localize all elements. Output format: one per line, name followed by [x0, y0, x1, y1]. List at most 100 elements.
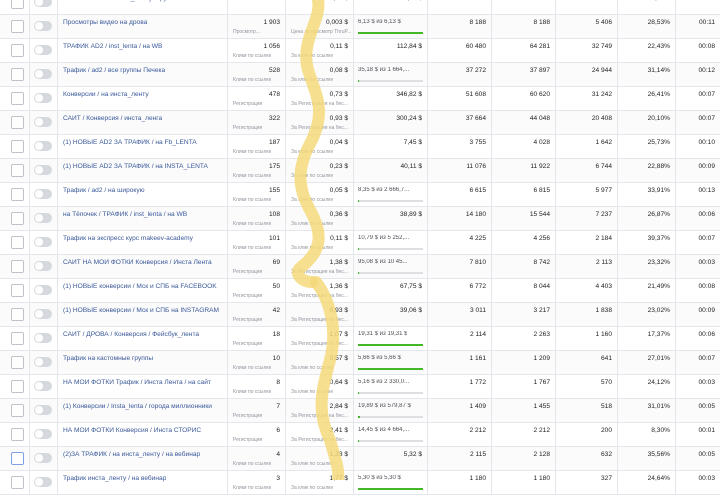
campaign-name-cell[interactable]: (1) НОВЫЕ конверсии / Мск и СПБ на INSTA…	[58, 303, 228, 326]
campaign-name-cell[interactable]: Просмотры видео на дрова	[58, 15, 228, 38]
row-toggle-cell[interactable]	[30, 63, 58, 86]
toggle-icon[interactable]	[34, 93, 52, 103]
row-checkbox-cell[interactable]	[0, 0, 30, 14]
campaign-name-link[interactable]: САЙТ НА МОИ ФОТКИ Конверсия / Инста Лент…	[63, 259, 212, 266]
toggle-icon[interactable]	[34, 45, 52, 55]
row-toggle-cell[interactable]	[30, 303, 58, 326]
campaign-name-link[interactable]: НА МОИ ФОТКИ Трафик / Инста Лента / на с…	[63, 379, 211, 386]
row-checkbox-cell[interactable]	[0, 231, 30, 254]
campaign-name-link[interactable]: Трафик / ad2 / на широкую	[63, 187, 145, 194]
table-row[interactable]: (1) НОВЫЕ AD2 ЗА ТРАФИК / на Fb_LENTA 187…	[0, 135, 720, 159]
row-toggle-cell[interactable]	[30, 39, 58, 62]
toggle-icon[interactable]	[34, 69, 52, 79]
campaign-name-link[interactable]: (1) НОВЫЕ конверсии / Мск и СПБ на INSTA…	[63, 307, 219, 314]
checkbox-icon[interactable]	[11, 20, 24, 33]
checkbox-icon[interactable]	[11, 404, 24, 417]
checkbox-icon[interactable]	[11, 428, 24, 441]
toggle-icon[interactable]	[34, 381, 52, 391]
row-toggle-cell[interactable]	[30, 87, 58, 110]
table-row[interactable]: на Тёпочек / ТРАФИК / inst_lenta / на WB…	[0, 207, 720, 231]
table-row[interactable]: Трафик / ad2 / все группы Печека 528 Клики…	[0, 63, 720, 87]
toggle-icon[interactable]	[34, 429, 52, 439]
campaign-name-link[interactable]: НА МОИ ФОТКИ Конверсия / Инста СТОРИС	[63, 427, 201, 434]
campaign-name-cell[interactable]: (1) НОВЫЕ конверсии / Мск и СПБ на FACEB…	[58, 279, 228, 302]
checkbox-icon[interactable]	[11, 68, 24, 81]
campaign-name-link[interactable]: Трафик инста_ленту / на вебинар	[63, 475, 166, 482]
toggle-icon[interactable]	[34, 21, 52, 31]
row-checkbox-cell[interactable]	[0, 471, 30, 494]
row-toggle-cell[interactable]	[30, 423, 58, 446]
checkbox-icon[interactable]	[11, 284, 24, 297]
row-checkbox-cell[interactable]	[0, 447, 30, 470]
row-toggle-cell[interactable]	[30, 0, 58, 14]
row-checkbox-cell[interactable]	[0, 183, 30, 206]
row-checkbox-cell[interactable]	[0, 279, 30, 302]
row-checkbox-cell[interactable]	[0, 375, 30, 398]
toggle-icon[interactable]	[34, 333, 52, 343]
toggle-icon[interactable]	[34, 261, 52, 271]
row-checkbox-cell[interactable]	[0, 423, 30, 446]
row-toggle-cell[interactable]	[30, 207, 58, 230]
row-toggle-cell[interactable]	[30, 447, 58, 470]
checkbox-icon[interactable]	[11, 260, 24, 273]
checkbox-icon[interactable]	[11, 476, 24, 489]
row-toggle-cell[interactable]	[30, 231, 58, 254]
table-row[interactable]: Трафик инста_ленту / на вебинар 3 Клики по…	[0, 471, 720, 495]
campaign-name-link[interactable]: (1) НОВЫЕ AD2 ЗА ТРАФИК / на INSTA_LENTA	[63, 163, 208, 170]
table-row[interactable]: (1) Конверсии / Insta_lenta / города мил…	[0, 399, 720, 423]
row-checkbox-cell[interactable]	[0, 111, 30, 134]
row-toggle-cell[interactable]	[30, 255, 58, 278]
table-row[interactable]: (2)ЗА ТРАФИК / на инста_ленту / на вебин…	[0, 447, 720, 471]
row-toggle-cell[interactable]	[30, 327, 58, 350]
row-toggle-cell[interactable]	[30, 15, 58, 38]
checkbox-icon[interactable]	[11, 212, 24, 225]
row-checkbox-cell[interactable]	[0, 135, 30, 158]
campaign-name-cell[interactable]: (1) НОВЫЕ AD2 ЗА ТРАФИК / на INSTA_LENTA	[58, 159, 228, 182]
campaign-name-cell[interactable]: (2)ЗА ТРАФИК / на инста_ленту / на вебин…	[58, 447, 228, 470]
row-toggle-cell[interactable]	[30, 351, 58, 374]
toggle-icon[interactable]	[34, 357, 52, 367]
table-row[interactable]: САЙТ НА МОИ ФОТКИ Конверсия / Инста Лент…	[0, 255, 720, 279]
checkbox-icon[interactable]	[11, 164, 24, 177]
checkbox-icon[interactable]	[11, 140, 24, 153]
table-row[interactable]: Просмотры видео на дрова 1 903 Просмотр...…	[0, 15, 720, 39]
table-row[interactable]: Трафик на экспресс курс makeev-academy 10…	[0, 231, 720, 255]
row-checkbox-cell[interactable]	[0, 327, 30, 350]
table-row[interactable]: ЗА ТРАФИК / на инста_ленту / группы Паче…	[0, 0, 720, 15]
campaign-name-link[interactable]: ЗА ТРАФИК / на инста_ленту / группы Паче…	[63, 0, 203, 2]
campaign-name-cell[interactable]: Конверсии / на инста_ленту	[58, 87, 228, 110]
campaign-name-link[interactable]: Просмотры видео на дрова	[63, 19, 147, 26]
campaign-name-link[interactable]: (1) Конверсии / Insta_lenta / города мил…	[63, 403, 212, 410]
campaign-name-cell[interactable]: САЙТ / ДРОВА / Конверсия / Фейсбук_лента	[58, 327, 228, 350]
row-checkbox-cell[interactable]	[0, 303, 30, 326]
campaign-name-link[interactable]: (2)ЗА ТРАФИК / на инста_ленту / на вебин…	[63, 451, 200, 458]
row-checkbox-cell[interactable]	[0, 63, 30, 86]
row-checkbox-cell[interactable]	[0, 207, 30, 230]
toggle-icon[interactable]	[34, 477, 52, 487]
campaign-name-link[interactable]: САЙТ / ДРОВА / Конверсия / Фейсбук_лента	[63, 331, 199, 338]
campaign-name-cell[interactable]: на Тёпочек / ТРАФИК / inst_lenta / на WB	[58, 207, 228, 230]
campaign-name-link[interactable]: (1) НОВЫЕ конверсии / Мск и СПБ на FACEB…	[63, 283, 217, 290]
table-row[interactable]: ТРАФИК AD2 / inst_lenta / на WB 1 056 Клик…	[0, 39, 720, 63]
campaign-name-link[interactable]: САЙТ / Конверсия / инста_ленга	[63, 115, 162, 122]
row-toggle-cell[interactable]	[30, 399, 58, 422]
table-row[interactable]: (1) НОВЫЕ конверсии / Мск и СПБ на FACEB…	[0, 279, 720, 303]
row-toggle-cell[interactable]	[30, 135, 58, 158]
campaign-name-cell[interactable]: САЙТ НА МОИ ФОТКИ Конверсия / Инста Лент…	[58, 255, 228, 278]
campaign-name-link[interactable]: Конверсии / на инста_ленту	[63, 91, 149, 98]
table-row[interactable]: НА МОИ ФОТКИ Трафик / Инста Лента / на с…	[0, 375, 720, 399]
checkbox-icon[interactable]	[11, 236, 24, 249]
checkbox-icon[interactable]	[11, 0, 24, 9]
campaign-name-link[interactable]: на Тёпочек / ТРАФИК / inst_lenta / на WB	[63, 211, 187, 218]
row-checkbox-cell[interactable]	[0, 39, 30, 62]
campaign-name-cell[interactable]: Трафик / ad2 / все группы Печека	[58, 63, 228, 86]
campaign-name-cell[interactable]: ЗА ТРАФИК / на инста_ленту / группы Паче…	[58, 0, 228, 14]
toggle-icon[interactable]	[34, 405, 52, 415]
toggle-icon[interactable]	[34, 189, 52, 199]
campaign-name-cell[interactable]: Трафик на экспресс курс makeev-academy	[58, 231, 228, 254]
campaign-name-cell[interactable]: САЙТ / Конверсия / инста_ленга	[58, 111, 228, 134]
table-row[interactable]: Конверсии / на инста_ленту 478 Регистрация…	[0, 87, 720, 111]
campaign-name-link[interactable]: (1) НОВЫЕ AD2 ЗА ТРАФИК / на Fb_LENTA	[63, 139, 197, 146]
table-row[interactable]: САЙТ / Конверсия / инста_ленга 322 Регистр…	[0, 111, 720, 135]
row-toggle-cell[interactable]	[30, 159, 58, 182]
